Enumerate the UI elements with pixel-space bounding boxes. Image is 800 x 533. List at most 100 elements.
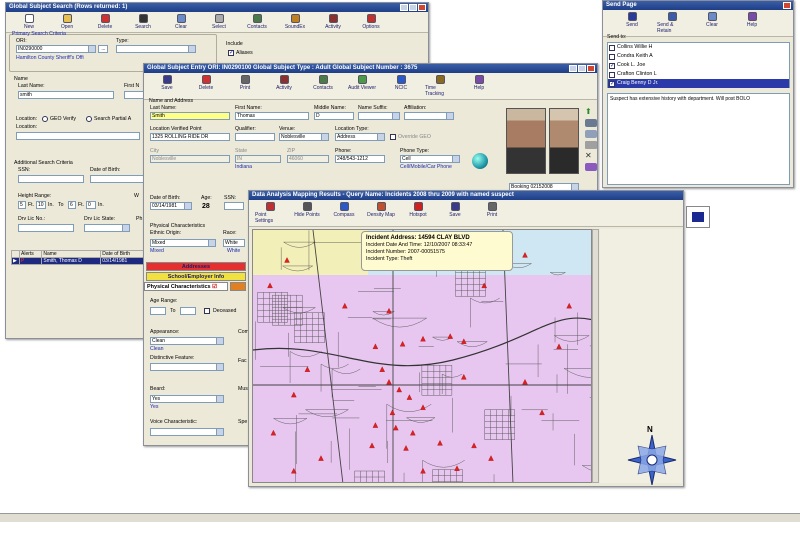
toolbar-time-tracking-button[interactable]: Time Tracking bbox=[425, 75, 455, 97]
col-name[interactable]: Name bbox=[41, 250, 102, 258]
toolbar-send-button[interactable]: Send bbox=[617, 12, 647, 34]
close-icon[interactable] bbox=[418, 4, 426, 11]
brush-icon[interactable] bbox=[585, 163, 597, 171]
location-input[interactable] bbox=[16, 132, 140, 140]
entry-zip-input[interactable]: 46060 bbox=[287, 155, 329, 163]
deceased-checkbox[interactable] bbox=[204, 308, 210, 314]
toolbar-contacts-button[interactable]: Contacts bbox=[308, 75, 338, 97]
list-item[interactable]: Craig Benny D Jr. bbox=[608, 79, 789, 89]
type-select[interactable] bbox=[116, 45, 196, 53]
camera-icon[interactable] bbox=[585, 119, 597, 127]
appearance-select[interactable]: Clean bbox=[150, 337, 224, 345]
entry-city-input[interactable]: Noblesville bbox=[150, 155, 230, 163]
message-box[interactable]: Suspect has extensive history with depar… bbox=[607, 93, 790, 185]
ori-select[interactable]: IN0290000 bbox=[16, 45, 96, 53]
toolbar-save-button[interactable]: Save bbox=[440, 202, 470, 224]
toolbar-options-button[interactable]: Options bbox=[356, 14, 386, 30]
race-select[interactable]: White bbox=[223, 239, 245, 247]
send-titlebar[interactable]: Send Page bbox=[603, 1, 793, 10]
entry-venue-select[interactable]: Noblesville bbox=[279, 133, 329, 141]
toolbar-contacts-button[interactable]: Contacts bbox=[242, 14, 272, 30]
search-titlebar[interactable]: Global Subject Search (Rows returned: 1) bbox=[6, 3, 428, 12]
table-row[interactable]: ▶ P Smith, Thomas D 03/14/1981 bbox=[11, 257, 145, 265]
col-alerts[interactable]: Alerts bbox=[18, 250, 43, 258]
height-to-ft[interactable]: 6 bbox=[68, 201, 76, 209]
toolbar-help-button[interactable]: Help bbox=[464, 75, 494, 97]
age-range-to[interactable] bbox=[180, 307, 196, 315]
col-dob[interactable]: Date of Birth bbox=[100, 250, 145, 258]
recipient-checkbox[interactable] bbox=[609, 44, 615, 51]
globe-icon[interactable] bbox=[472, 153, 488, 169]
ethnic-select[interactable]: Mixed bbox=[150, 239, 216, 247]
geo-verify-radio[interactable] bbox=[42, 116, 48, 122]
toolbar-density-map-button[interactable]: Density Map bbox=[366, 202, 396, 224]
recipient-checkbox[interactable] bbox=[609, 80, 615, 89]
toolbar-compass-button[interactable]: Compass bbox=[329, 202, 359, 224]
toolbar-select-button[interactable]: Select bbox=[204, 14, 234, 30]
age-range-from[interactable] bbox=[150, 307, 166, 315]
toolbar-clear-button[interactable]: Clear bbox=[166, 14, 196, 30]
ssn-input[interactable] bbox=[18, 175, 84, 183]
toolbar-new-button[interactable]: New bbox=[14, 14, 44, 30]
toolbar-open-button[interactable]: Open bbox=[52, 14, 82, 30]
drv-lic-no-input[interactable] bbox=[18, 224, 74, 232]
drv-lic-state-select[interactable] bbox=[84, 224, 130, 232]
mugshot-profile[interactable] bbox=[549, 108, 579, 174]
toolbar-send-retain-button[interactable]: Send & Retain bbox=[657, 12, 687, 34]
toolbar-print-button[interactable]: Print bbox=[477, 202, 507, 224]
toolbar-search-button[interactable]: Search bbox=[128, 14, 158, 30]
toolbar-hide-points-button[interactable]: Hide Points bbox=[292, 202, 322, 224]
toolbar-delete-button[interactable]: Delete bbox=[90, 14, 120, 30]
recipient-checkbox[interactable] bbox=[609, 71, 615, 78]
entry-state-input[interactable]: IN bbox=[235, 155, 281, 163]
toolbar-save-button[interactable]: Save bbox=[152, 75, 182, 97]
entry-location-input[interactable]: 1325 ROLLING RIDE DR bbox=[150, 133, 230, 141]
entry-titlebar[interactable]: Global Subject Entry ORI: IN0290100 Glob… bbox=[144, 64, 597, 73]
toolbar-ncic-button[interactable]: NCIC bbox=[386, 75, 416, 97]
minimize-icon[interactable] bbox=[400, 4, 408, 11]
desktop-scrollbar[interactable] bbox=[0, 513, 800, 522]
dob-input[interactable] bbox=[90, 175, 144, 183]
entry-qualifier-input[interactable] bbox=[235, 133, 275, 141]
delete-x-icon[interactable]: ✕ bbox=[585, 152, 597, 160]
entry-loctype-select[interactable]: Address bbox=[335, 133, 385, 141]
tab-school-employer[interactable]: School/Employer Info bbox=[146, 272, 246, 281]
toolbar-soundex-button[interactable]: SoundEx bbox=[280, 14, 310, 30]
tab-addresses[interactable]: Addresses bbox=[146, 262, 246, 271]
mugshot-front[interactable] bbox=[506, 108, 546, 174]
last-name-input[interactable]: smith bbox=[18, 91, 114, 99]
print-small-icon[interactable] bbox=[585, 141, 597, 149]
entry-ssn-input[interactable] bbox=[224, 202, 244, 210]
tab-physical-characteristics[interactable]: Physical Characteristics ☑ bbox=[144, 282, 228, 291]
override-geo-checkbox[interactable] bbox=[390, 134, 396, 140]
entry-middle-input[interactable]: D bbox=[314, 112, 354, 120]
entry-suffix-select[interactable] bbox=[358, 112, 400, 120]
mugshot-icon[interactable] bbox=[585, 130, 597, 138]
close-icon[interactable] bbox=[783, 2, 791, 9]
list-item[interactable]: Crafton Clinton L bbox=[608, 70, 789, 79]
maximize-icon[interactable] bbox=[409, 4, 417, 11]
toolbar-activity-button[interactable]: Activity bbox=[269, 75, 299, 97]
toolbar-hotspot-button[interactable]: Hotspot bbox=[403, 202, 433, 224]
list-item[interactable]: Cook L. Joe bbox=[608, 61, 789, 71]
entry-dob-input[interactable]: 03/14/1981 bbox=[150, 202, 192, 210]
map-scrollbar[interactable] bbox=[592, 229, 599, 483]
height-to-in[interactable]: 0 bbox=[86, 201, 96, 209]
minimize-icon[interactable] bbox=[569, 65, 577, 72]
close-icon[interactable] bbox=[587, 65, 595, 72]
toolbar-help-button[interactable]: Help bbox=[737, 12, 767, 34]
search-partial-radio[interactable] bbox=[86, 116, 92, 122]
maximize-icon[interactable] bbox=[578, 65, 586, 72]
beard-select[interactable]: Yes bbox=[150, 395, 224, 403]
toolbar-delete-button[interactable]: Delete bbox=[191, 75, 221, 97]
height-from-ft[interactable]: 5 bbox=[18, 201, 26, 209]
recipient-checkbox[interactable] bbox=[609, 62, 615, 71]
ori-lookup-button[interactable]: ... bbox=[98, 45, 108, 53]
entry-affiliation-select[interactable] bbox=[404, 112, 454, 120]
entry-phonetype-select[interactable]: Cell bbox=[400, 155, 460, 163]
voice-select[interactable] bbox=[150, 428, 224, 436]
recipient-checkbox[interactable] bbox=[609, 53, 615, 60]
height-from-in[interactable]: 10 bbox=[36, 201, 46, 209]
list-item[interactable]: Collins Willie H bbox=[608, 43, 789, 52]
distinctive-select[interactable] bbox=[150, 363, 224, 371]
